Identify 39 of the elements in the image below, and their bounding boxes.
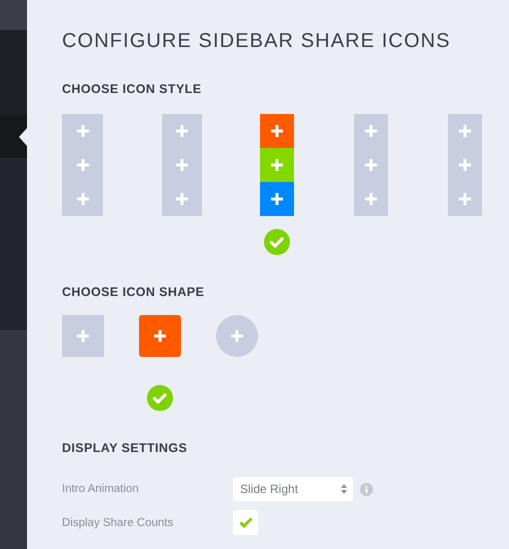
plus-icon [271,193,283,205]
checkmark-badge-icon [147,385,173,411]
icon-style-option[interactable] [62,114,103,216]
spinner-arrows-icon [341,484,347,494]
plus-icon [271,125,283,137]
plus-icon [154,330,166,342]
setting-label: Display Share Counts [62,516,174,528]
checkmark-badge-icon [264,229,290,255]
section-heading: CHOOSE ICON SHAPE [62,285,206,299]
plus-icon [365,159,377,171]
icon-shape-option[interactable] [139,315,181,411]
plus-icon [176,159,188,171]
plus-icon [271,159,283,171]
icon-style-option[interactable] [448,114,482,216]
plus-icon [459,125,471,137]
icon-style-option[interactable] [162,114,202,216]
plus-icon [459,193,471,205]
icon-style-option[interactable] [354,114,388,216]
plus-icon [76,159,88,171]
plus-icon [231,330,243,342]
plus-icon [176,193,188,205]
icon-style-option[interactable] [260,114,294,255]
plus-icon [365,125,377,137]
section-heading: CHOOSE ICON STYLE [62,82,202,96]
plus-icon [176,125,188,137]
setting-label: Intro Animation [62,483,140,495]
info-icon [360,482,373,496]
sidebar-header [0,0,27,30]
plus-icon [459,159,471,171]
select-field[interactable]: Slide Right [233,477,353,501]
check-icon [238,517,252,528]
section-heading: DISPLAY SETTINGS [62,441,188,455]
sidebar-item[interactable] [0,115,27,158]
page-title: CONFIGURE SIDEBAR SHARE ICONS [62,30,452,53]
plus-icon [76,193,88,205]
plus-icon [365,193,377,205]
plus-icon [76,125,88,137]
plus-icon [77,330,89,342]
checkbox[interactable] [233,510,258,535]
